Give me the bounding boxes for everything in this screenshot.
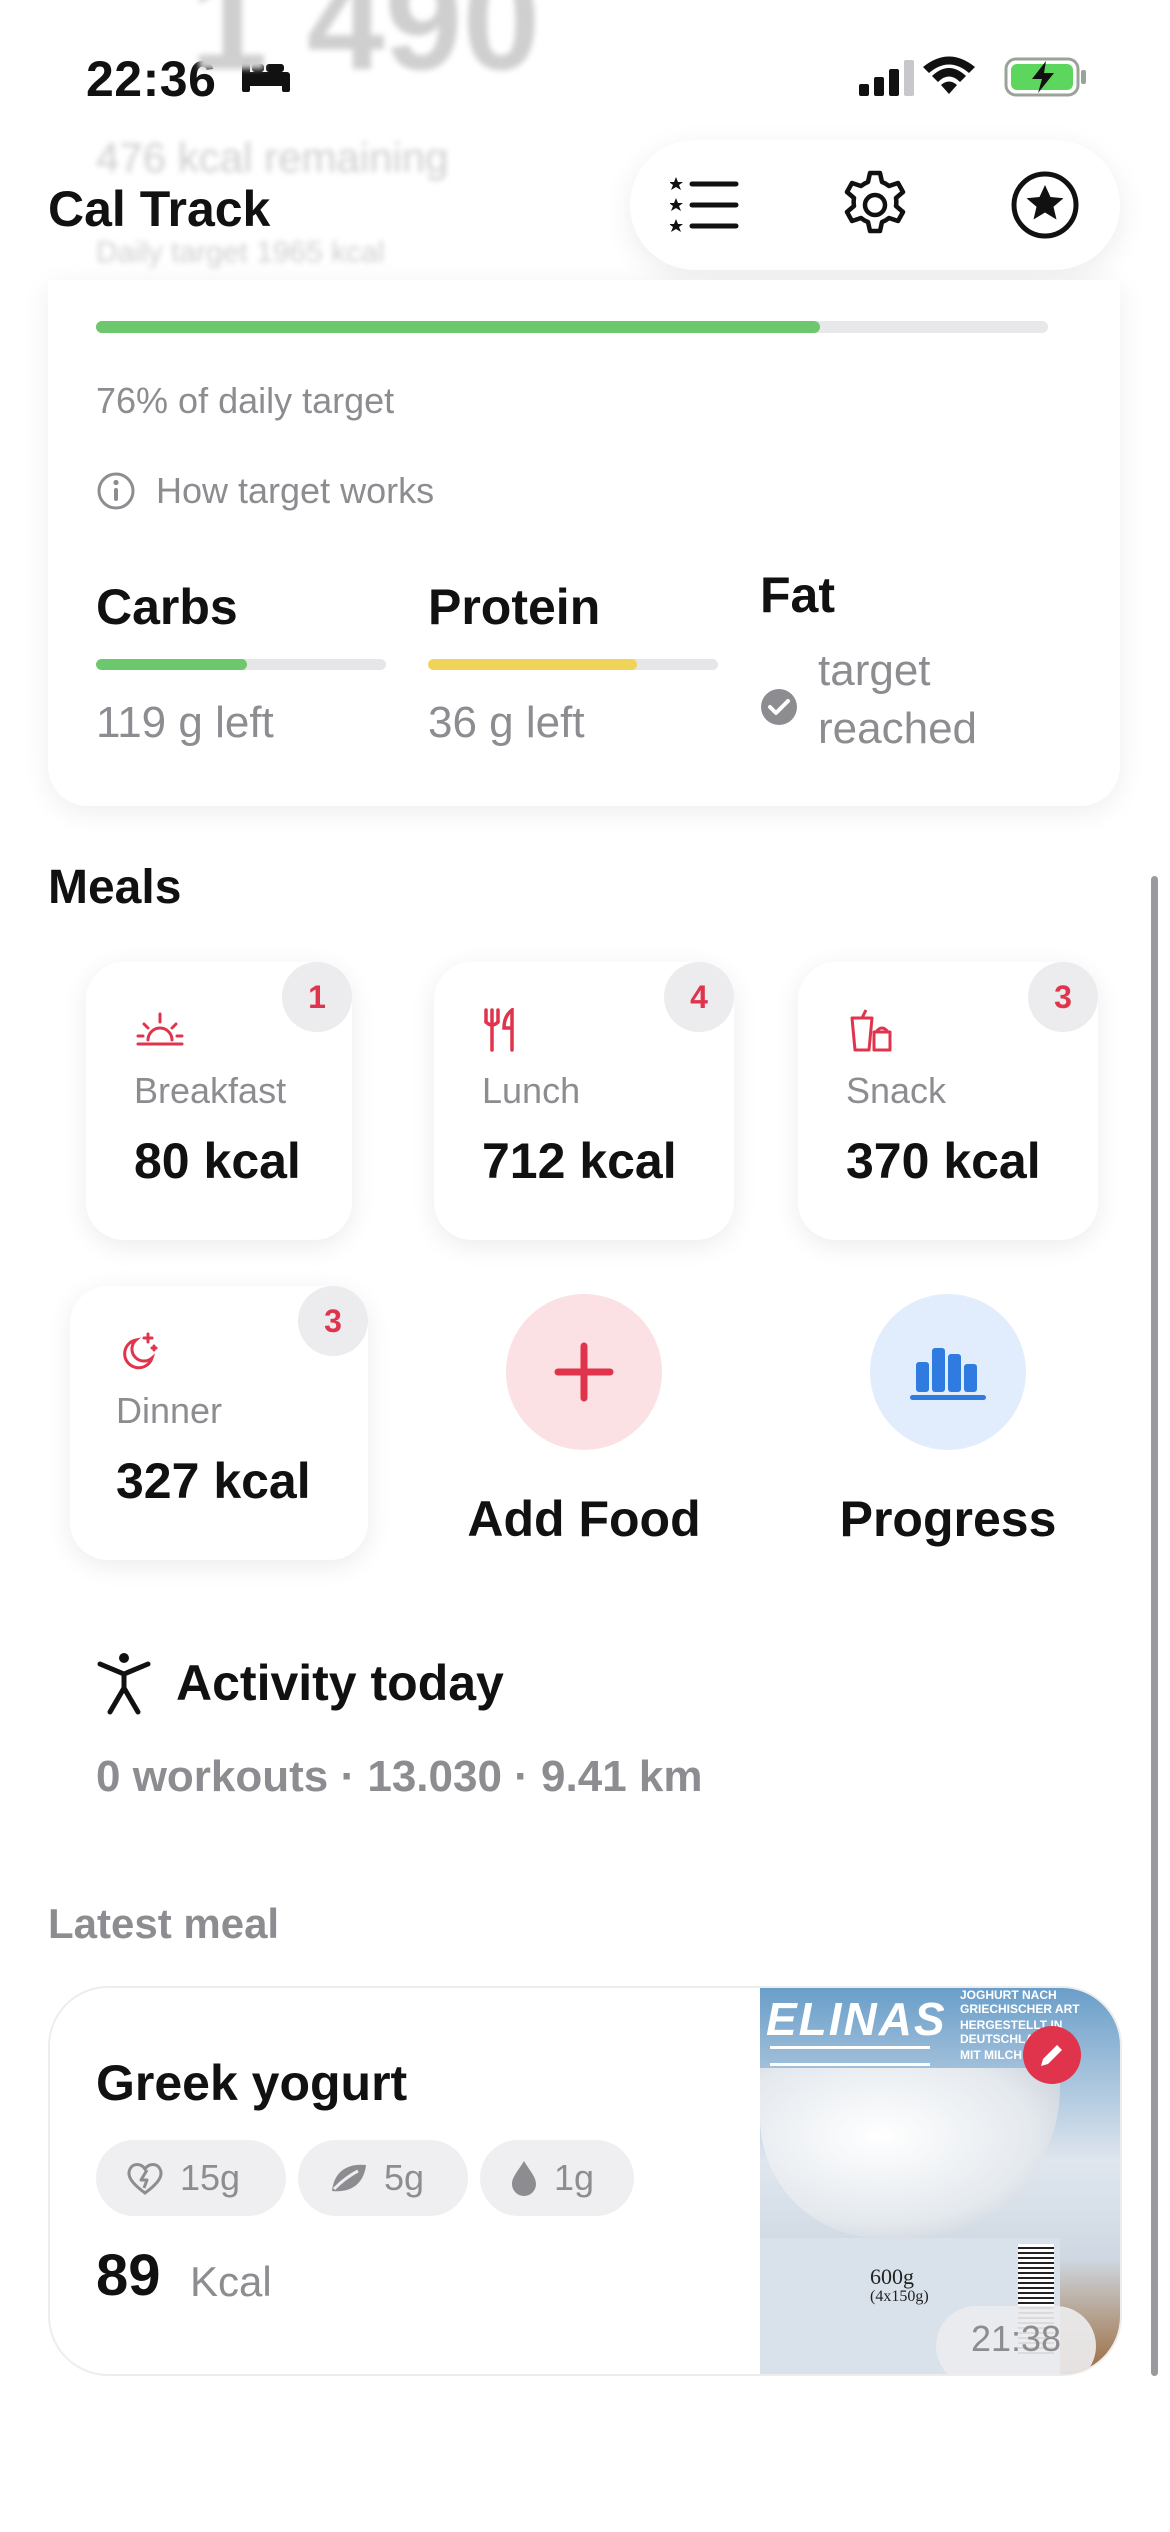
meal-card-breakfast[interactable]: 1 Breakfast 80 kcal — [86, 962, 352, 1240]
lunch-kcal: 712 kcal — [482, 1133, 677, 1189]
breakfast-count-badge: 1 — [282, 962, 352, 1032]
percent-of-target: 76% of daily target — [96, 380, 395, 421]
protein-chip-value: 15g — [180, 2157, 241, 2198]
fat-chip-value: 1g — [554, 2157, 595, 2198]
bar-chart-icon — [910, 1348, 986, 1400]
battery-charging-icon — [1004, 56, 1088, 103]
fat-title: Fat — [760, 567, 835, 623]
app-title: Cal Track — [48, 181, 271, 237]
carbs-progress-bar — [96, 659, 386, 670]
latest-meal-name: Greek yogurt — [96, 2055, 408, 2111]
photo-yogurt-bowl — [760, 2068, 1060, 2238]
photo-pack: (4x150g) — [870, 2288, 929, 2305]
snack-cup-icon — [850, 1009, 892, 1052]
fat-chip: 1g — [480, 2140, 634, 2216]
latest-meal-photo: ELINAS JOGHURT NACH GRIECHISCHER ART HER… — [760, 1988, 1120, 2374]
list-icon — [670, 177, 739, 232]
add-food-label[interactable]: Add Food — [434, 1490, 734, 1548]
breakfast-kcal: 80 kcal — [134, 1133, 301, 1189]
daily-progress-bar — [96, 321, 1048, 333]
fat-status-line-2: reached — [818, 704, 978, 753]
latest-meal-time: 21:38 — [936, 2306, 1096, 2374]
breakfast-label: Breakfast — [134, 1070, 287, 1111]
favorites-button[interactable] — [1005, 165, 1085, 245]
protein-chip: 15g — [96, 2140, 286, 2216]
background-calorie-number: 1 490 — [190, 0, 541, 99]
moon-stars-icon — [123, 1332, 158, 1370]
leaf-icon — [332, 2164, 366, 2192]
header-toolbar — [630, 140, 1120, 270]
meal-card-dinner[interactable]: 3 Dinner 327 kcal — [70, 1286, 368, 1560]
edit-photo-button[interactable] — [1023, 2026, 1081, 2084]
background-remaining-text: 476 kcal remaining — [96, 134, 449, 181]
carbs-chip: 5g — [298, 2140, 468, 2216]
dinner-kcal: 327 kcal — [116, 1453, 311, 1509]
carbs-left: 119 g left — [96, 698, 274, 747]
carbs-title: Carbs — [96, 579, 238, 635]
how-target-works-link[interactable]: How target works — [96, 470, 434, 512]
checkmark-circle-icon — [761, 689, 797, 725]
lunch-label: Lunch — [482, 1070, 581, 1111]
list-button[interactable] — [665, 165, 745, 245]
carbs-progress-fill — [96, 659, 247, 670]
heart-bolt-icon — [127, 2163, 163, 2195]
protein-progress-fill — [428, 659, 637, 670]
gear-icon — [844, 170, 906, 234]
how-target-works-label: How target works — [156, 470, 435, 511]
pencil-icon — [1041, 2045, 1062, 2066]
wifi-icon — [923, 56, 975, 101]
progress-button[interactable] — [870, 1294, 1026, 1450]
photo-caption-1: JOGHURT NACH GRIECHISCHER ART — [960, 1988, 1080, 2016]
carbs-chip-value: 5g — [384, 2157, 425, 2198]
fork-knife-icon — [484, 1008, 514, 1052]
daily-progress-fill — [96, 321, 820, 333]
meals-section-title: Meals — [48, 861, 182, 914]
dinner-label: Dinner — [116, 1390, 223, 1431]
activity-title: Activity today — [176, 1655, 504, 1711]
scrollbar[interactable] — [1151, 876, 1158, 2376]
protein-title: Protein — [428, 579, 601, 635]
meal-card-snack[interactable]: 3 Snack 370 kcal — [798, 962, 1098, 1240]
lunch-count-badge: 4 — [664, 962, 734, 1032]
person-arms-up-icon — [97, 1653, 151, 1715]
latest-meal-kcal-value: 89 — [96, 2243, 161, 2308]
meal-card-lunch[interactable]: 4 Lunch 712 kcal — [434, 962, 734, 1240]
snack-label: Snack — [846, 1070, 947, 1111]
cellular-signal-icon — [859, 60, 915, 101]
background-daily-target: Daily target 1965 kcal — [96, 236, 385, 269]
drop-icon — [512, 2161, 536, 2196]
plus-icon — [554, 1342, 614, 1402]
activity-details: 0 workouts · 13.030 · 9.41 km — [96, 1752, 703, 1801]
protein-left: 36 g left — [428, 698, 585, 747]
photo-pattern — [770, 2046, 930, 2066]
dinner-count-badge: 3 — [298, 1286, 368, 1356]
settings-button[interactable] — [835, 165, 915, 245]
add-food-button[interactable] — [506, 1294, 662, 1450]
activity-header[interactable]: Activity today — [96, 1650, 504, 1716]
snack-kcal: 370 kcal — [846, 1133, 1041, 1189]
info-icon — [97, 472, 135, 510]
latest-meal-section-title: Latest meal — [48, 1900, 280, 1947]
latest-meal-kcal-unit: Kcal — [190, 2258, 272, 2305]
snack-count-badge: 3 — [1028, 962, 1098, 1032]
progress-label[interactable]: Progress — [798, 1490, 1098, 1548]
photo-weight: 600g — [870, 2264, 914, 2289]
sunrise-icon — [136, 1012, 184, 1046]
star-circle-icon — [1011, 171, 1079, 239]
fat-status-line-1: target — [818, 646, 931, 695]
protein-progress-bar — [428, 659, 718, 670]
photo-brand-text: ELINAS — [766, 1993, 947, 2045]
